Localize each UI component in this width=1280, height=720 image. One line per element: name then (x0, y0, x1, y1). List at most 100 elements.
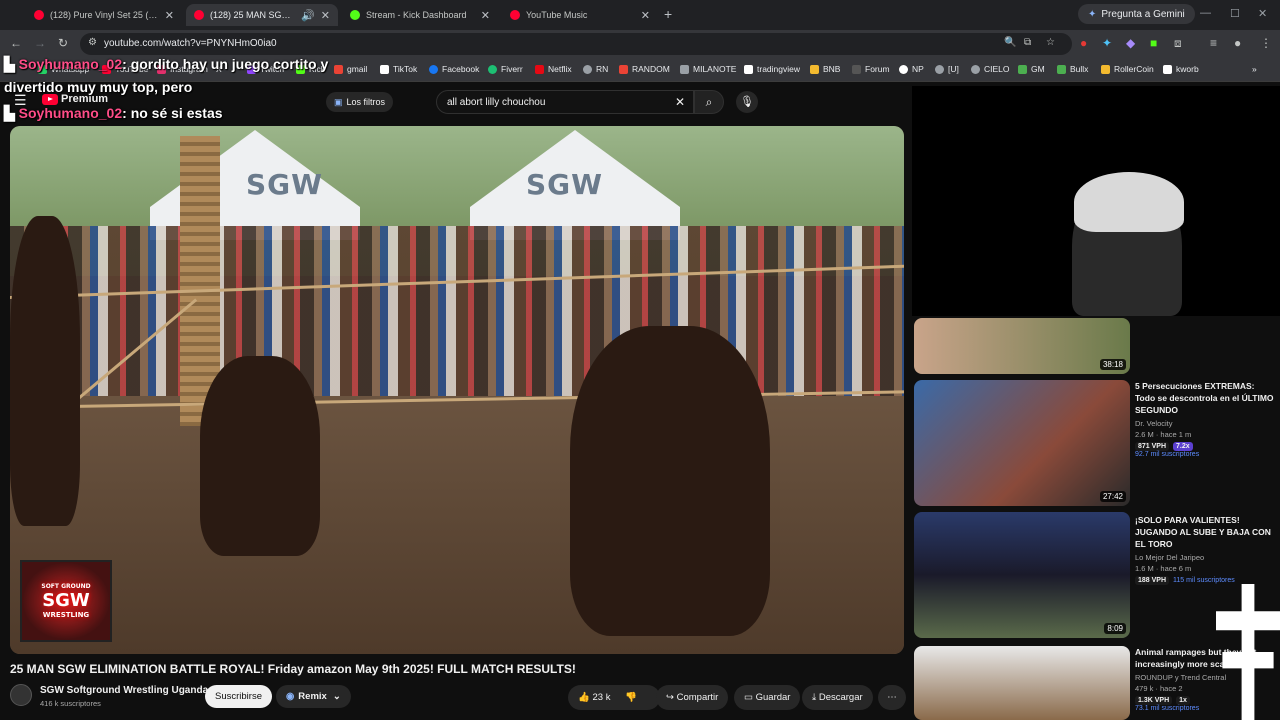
speaker-icon[interactable]: 🔊 (301, 9, 315, 22)
download-button[interactable]: ⤓ Descargar (802, 685, 873, 710)
reload-icon[interactable]: ↻ (58, 36, 68, 50)
search-input[interactable]: all abort lilly chouchou ✕ (436, 90, 694, 114)
bookmark-tiktok[interactable]: TikTok (380, 64, 417, 74)
bookmark-kworb[interactable]: kworb (1163, 64, 1199, 74)
bookmark-tradingview[interactable]: tradingview (744, 64, 800, 74)
bookmark-gmail[interactable]: gmail (334, 64, 367, 74)
filters-chip[interactable]: ▣ Los filtros (326, 92, 394, 112)
close-tab-icon[interactable]: ✕ (165, 9, 174, 22)
cielo-icon (971, 64, 980, 74)
bookmark-bnb[interactable]: BNB (810, 64, 840, 74)
extension-icon[interactable]: ◆ (1126, 36, 1135, 50)
kick-favicon-icon (350, 10, 360, 20)
thumbs-up-icon: 👍 (578, 692, 590, 703)
site-info-icon[interactable]: ⚙ (88, 37, 97, 48)
search-icon: ⌕ (705, 95, 713, 109)
bookmark-np[interactable]: NP (899, 64, 924, 74)
bookmark-label: Facebook (442, 64, 480, 74)
bookmark-netflix[interactable]: Netflix (535, 64, 572, 74)
address-bar[interactable]: ⚙ youtube.com/watch?v=PNYNHmO0ia0 🔍 ⧉ ☆ (80, 33, 1072, 55)
forward-icon[interactable]: → (34, 36, 46, 50)
bookmark-gm[interactable]: GM (1018, 64, 1045, 74)
bookmark-label: TikTok (393, 64, 418, 74)
wrestler-standing (570, 326, 770, 636)
zoom-icon[interactable]: 🔍 (1004, 37, 1016, 48)
close-tab-icon[interactable]: ✕ (481, 9, 490, 22)
extensions-puzzle-icon[interactable]: ⧈ (1174, 36, 1182, 51)
close-tab-icon[interactable]: ✕ (321, 9, 330, 22)
vph-badge: 1.3K VPH (1135, 696, 1173, 705)
share-button[interactable]: ↪ Compartir (656, 685, 729, 710)
recommended-thumbnail[interactable]: 38:18 (914, 318, 1130, 374)
gemini-button[interactable]: ✦ Pregunta a Gemini (1078, 4, 1195, 24)
bookmark-milanote[interactable]: MILANOTE (680, 64, 736, 74)
browser-tab-1[interactable]: (128) Pure Vinyl Set 25 (Classic ✕ (26, 4, 182, 26)
channel-subscribers: 416 k suscriptores (40, 699, 101, 708)
chat-username: Soyhumano_02 (18, 105, 123, 121)
more-bookmarks-icon[interactable]: » (1252, 64, 1257, 74)
bookmark-rn[interactable]: RN (583, 64, 608, 74)
clear-search-icon[interactable]: ✕ (675, 95, 685, 109)
cast-icon[interactable]: ⧉ (1024, 37, 1031, 48)
like-dislike-group: 👍 23 k 👎 (568, 685, 660, 710)
video-player[interactable]: SGW SGW SOFT GROUND SGW WRESTLING (10, 126, 904, 654)
chat-badge-icon: ▙ (4, 105, 19, 121)
tab-title: (128) Pure Vinyl Set 25 (Classic (50, 10, 159, 20)
browser-toolbar: ← → ↻ ⚙ youtube.com/watch?v=PNYNHmO0ia0 … (0, 30, 1280, 58)
chat-badge-icon: ▙ (4, 56, 19, 72)
recommended-thumbnail[interactable]: 8:09 (914, 512, 1130, 638)
kick-extension-icon[interactable]: ■ (1150, 36, 1157, 50)
search-button[interactable]: ⌕ (694, 90, 724, 114)
bookmark-forum[interactable]: Forum (852, 64, 890, 74)
bookmark-u[interactable]: [U] (935, 64, 959, 74)
rollercoin-icon (1101, 64, 1110, 74)
channel-name[interactable]: SGW Softground Wrestling Uganda (40, 685, 208, 696)
chat-text: divertido muy muy top, pero (4, 79, 193, 95)
more-actions-button[interactable]: ⋯ (878, 685, 906, 710)
bookmark-rollercoin[interactable]: RollerCoin (1101, 64, 1154, 74)
dislike-button[interactable]: 👎 (625, 692, 637, 703)
profile-avatar-icon[interactable]: ● (1234, 36, 1241, 50)
channel-avatar[interactable] (10, 684, 32, 706)
share-label: Compartir (676, 692, 719, 703)
subscribers-count: 92.7 mil suscriptores (1135, 451, 1200, 458)
streamer-cap (1074, 172, 1184, 232)
window-close-icon[interactable]: ✕ (1258, 7, 1267, 20)
bnb-icon (810, 64, 819, 74)
like-button[interactable]: 👍 23 k (578, 692, 610, 703)
chat-message-continued: divertido muy muy top, pero (4, 79, 192, 95)
maximize-icon[interactable]: ☐ (1230, 7, 1240, 20)
recommended-stats: 1.6 M · hace 6 m (1135, 564, 1192, 573)
new-tab-icon[interactable]: + (664, 7, 678, 21)
bookmark-label: gmail (347, 64, 368, 74)
recommended-video-meta[interactable]: ¡SOLO PARA VALIENTES! JUGANDO AL SUBE Y … (1135, 514, 1275, 585)
recommended-thumbnail[interactable]: 27:42 (914, 380, 1130, 506)
bookmark-star-icon[interactable]: ☆ (1046, 37, 1055, 48)
bookmark-cielo[interactable]: CIELO (971, 64, 1010, 74)
browser-tab-3[interactable]: Stream - Kick Dashboard ✕ (342, 4, 498, 26)
bookmark-bullx[interactable]: Bullx (1057, 64, 1088, 74)
browser-menu-icon[interactable]: ⋮ (1260, 36, 1272, 50)
extension-icon[interactable]: ✦ (1102, 36, 1112, 50)
gmail-icon (334, 64, 343, 74)
recommended-channel: Dr. Velocity (1135, 419, 1173, 428)
minimize-icon[interactable]: — (1200, 7, 1211, 19)
bookmark-label: MILANOTE (693, 64, 737, 74)
browser-tab-2-active[interactable]: (128) 25 MAN SGW ELIMIN 🔊 ✕ (186, 4, 338, 26)
reading-list-icon[interactable]: ≡ (1210, 36, 1217, 50)
close-tab-icon[interactable]: ✕ (641, 9, 650, 22)
voice-search-button[interactable]: 🎙 (736, 91, 758, 113)
subscribe-button[interactable]: Suscribirse (205, 685, 272, 708)
remix-button[interactable]: ◉ Remix ⌄ (276, 685, 351, 708)
bookmark-fiverr[interactable]: Fiverr (488, 64, 523, 74)
recommended-video-meta[interactable]: 5 Persecuciones EXTREMAS: Todo se descon… (1135, 380, 1275, 458)
bookmark-label: NP (912, 64, 924, 74)
save-button[interactable]: ▭ Guardar (734, 685, 801, 710)
back-icon[interactable]: ← (10, 36, 22, 50)
bookmark-facebook[interactable]: Facebook (429, 64, 479, 74)
record-extension-icon[interactable]: ● (1080, 36, 1087, 50)
recommended-thumbnail[interactable] (914, 646, 1130, 720)
bookmark-random[interactable]: RANDOM (619, 64, 670, 74)
bookmark-label: RollerCoin (1114, 64, 1154, 74)
browser-tab-4[interactable]: YouTube Music ✕ (502, 4, 658, 26)
